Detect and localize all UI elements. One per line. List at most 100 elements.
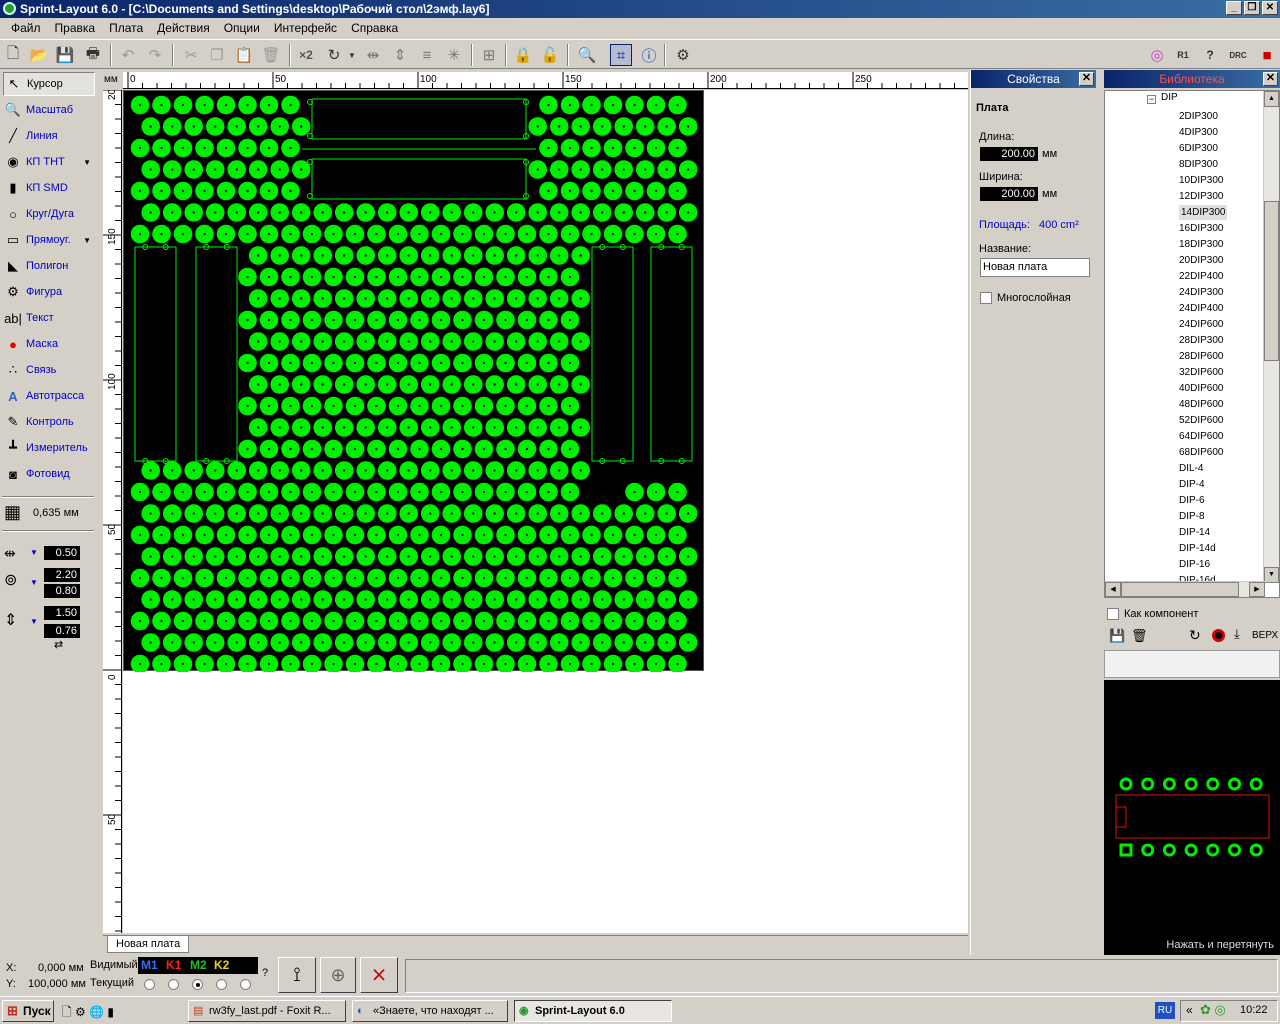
minimize-button[interactable]: _ [1226,1,1242,15]
language-indicator[interactable]: RU [1155,1002,1175,1019]
library-preview[interactable]: Нажать и перетянуть [1104,680,1280,955]
mask-toggle-icon[interactable]: ◎ [1146,44,1168,66]
smd-width-field[interactable]: 1.50 [44,606,80,620]
menu-board[interactable]: Плата [102,18,150,38]
library-tree[interactable]: − DIP 2DIP300 4DIP300 6DIP300 8DIP300 10DIP3… [1104,90,1280,598]
tool-photoview[interactable]: ◙ Фотовид [3,462,95,486]
pad-outer-field[interactable]: 2.20 [44,568,80,582]
start-button[interactable]: ⊞ Пуск [2,1000,54,1022]
rotate-dropdown-icon[interactable]: ▼ [341,44,363,66]
extra-icon[interactable]: ■ [1256,44,1278,66]
tool-polygon[interactable]: ◣ Полигон [3,254,95,278]
menu-file[interactable]: Файл [4,18,48,38]
task-foxit[interactable]: ▤ rw3fy_last.pdf - Foxit R... [188,1000,346,1022]
length-field[interactable]: 200.00 [980,147,1038,161]
layers-help[interactable]: ? [262,967,268,979]
mirror-v-icon[interactable]: ⇕ [389,44,411,66]
library-folder[interactable]: DIP [1161,92,1178,103]
smd-dropdown-icon[interactable]: ▼ [30,617,38,626]
new-file-icon[interactable]: 🗋 [2,44,24,66]
library-item[interactable]: 32DIP600 [1179,365,1223,380]
dropdown-arrow-icon[interactable]: ▼ [83,158,91,167]
tool-measure[interactable]: ┻ Измеритель [3,436,95,460]
open-folder-icon[interactable]: 📂 [28,44,50,66]
layer-m1[interactable]: M1 [141,958,158,972]
unlock-icon[interactable]: 🔓 [539,44,561,66]
pad-inner-field[interactable]: 0.80 [44,584,80,598]
pcb-board[interactable] [123,90,704,674]
library-item[interactable]: 12DIP300 [1179,189,1223,204]
library-item[interactable]: DIP-16 [1179,557,1210,572]
library-item[interactable]: DIP-6 [1179,493,1205,508]
tool-zoom[interactable]: 🔍 Масштаб [3,98,95,122]
tool-smd-pad[interactable]: ▮ КП SMD [3,176,95,200]
library-item[interactable]: 2DIP300 [1179,109,1218,124]
as-component-checkbox[interactable] [1107,608,1119,620]
collapse-icon[interactable]: − [1147,95,1156,104]
library-vscrollbar[interactable]: ▲ ▼ [1263,91,1279,583]
layer-k1[interactable]: K1 [166,958,181,972]
library-item[interactable]: 4DIP300 [1179,125,1218,140]
undo-icon[interactable]: ↶ [117,44,139,66]
library-item[interactable]: DIP-4 [1179,477,1205,492]
tool-rectangle[interactable]: ▭ Прямоуг. ▼ [3,228,95,252]
tool-text[interactable]: ab| Текст [3,306,95,330]
library-close-button[interactable]: ✕ [1263,72,1278,86]
current-radio-extra[interactable] [240,979,251,990]
pad-dropdown-icon[interactable]: ▼ [30,578,38,587]
tray-icons[interactable]: ✿ ◎ [1200,1002,1226,1018]
lib-refresh-icon[interactable]: ↻ [1189,627,1201,644]
r1-icon[interactable]: R1 [1172,44,1194,66]
track-dropdown-icon[interactable]: ▼ [30,548,38,557]
quicklaunch-icons[interactable]: 🗋 ⚙ 🌐 ▮ [62,1003,114,1024]
grid-value[interactable]: 0,635 мм [33,507,79,519]
task-sprint-layout[interactable]: ◉ Sprint-Layout 6.0 [514,1000,672,1022]
tool-cursor[interactable]: ↖ Курсор [3,72,95,96]
lib-record-icon[interactable] [1212,629,1225,642]
tool-mask[interactable]: ● Маска [3,332,95,356]
cut-icon[interactable]: ✂ [180,44,202,66]
library-hscrollbar[interactable]: ◀ ▶ [1105,581,1265,597]
library-item[interactable]: 52DIP600 [1179,413,1223,428]
dropdown-arrow-icon[interactable]: ▼ [83,236,91,245]
tool-autoroute[interactable]: A Автотрасса [3,384,95,408]
tool-tht-pad[interactable]: ◉ КП THT ▼ [3,150,95,174]
swap-icon[interactable]: ⇄ [54,638,63,651]
library-item[interactable]: 14DIP300 [1179,205,1228,220]
library-item[interactable]: 28DIP600 [1179,349,1223,364]
board-tab[interactable]: Новая плата [107,936,190,953]
library-item[interactable]: 8DIP300 [1179,157,1218,172]
copy-icon[interactable]: ❐ [206,44,228,66]
grid-icon[interactable]: ▦ [4,502,28,524]
component-icon[interactable]: ⌗ [610,44,632,66]
current-radio-k2[interactable] [216,979,227,990]
menu-actions[interactable]: Действия [150,18,217,38]
menu-options[interactable]: Опции [217,18,267,38]
info-icon[interactable]: ⓘ [638,44,660,66]
properties-close-button[interactable]: ✕ [1079,72,1094,86]
no-connect-icon[interactable]: ⨯ [360,957,398,993]
gerber-icon[interactable]: ⚙ [672,44,694,66]
layer-k2[interactable]: K2 [214,958,229,972]
paste-icon[interactable]: 📋 [233,44,255,66]
mirror-h-icon[interactable]: ⇹ [362,44,384,66]
library-scroll-thumb[interactable] [1264,201,1279,361]
current-radio-m1[interactable] [144,979,155,990]
menu-edit[interactable]: Правка [48,18,103,38]
tool-shape[interactable]: ⚙ Фигура [3,280,95,304]
group-icon[interactable]: ⊞ [478,44,500,66]
library-item[interactable]: 24DIP600 [1179,317,1223,332]
library-item[interactable]: DIP-8 [1179,509,1205,524]
drc-icon[interactable]: DRC [1227,44,1249,66]
library-item[interactable]: 40DIP600 [1179,381,1223,396]
tray-expand[interactable]: « [1186,1003,1193,1017]
current-radio-m2[interactable] [192,979,203,990]
library-item[interactable]: 48DIP600 [1179,397,1223,412]
tool-line[interactable]: ╱ Линия [3,124,95,148]
redo-icon[interactable]: ↷ [144,44,166,66]
library-item[interactable]: DIP-14 [1179,525,1210,540]
lib-delete-icon[interactable]: 🗑 [1131,628,1148,644]
library-item[interactable]: 20DIP300 [1179,253,1223,268]
multilayer-checkbox[interactable] [980,292,992,304]
rubberband-icon[interactable]: ⟟ [278,957,316,993]
